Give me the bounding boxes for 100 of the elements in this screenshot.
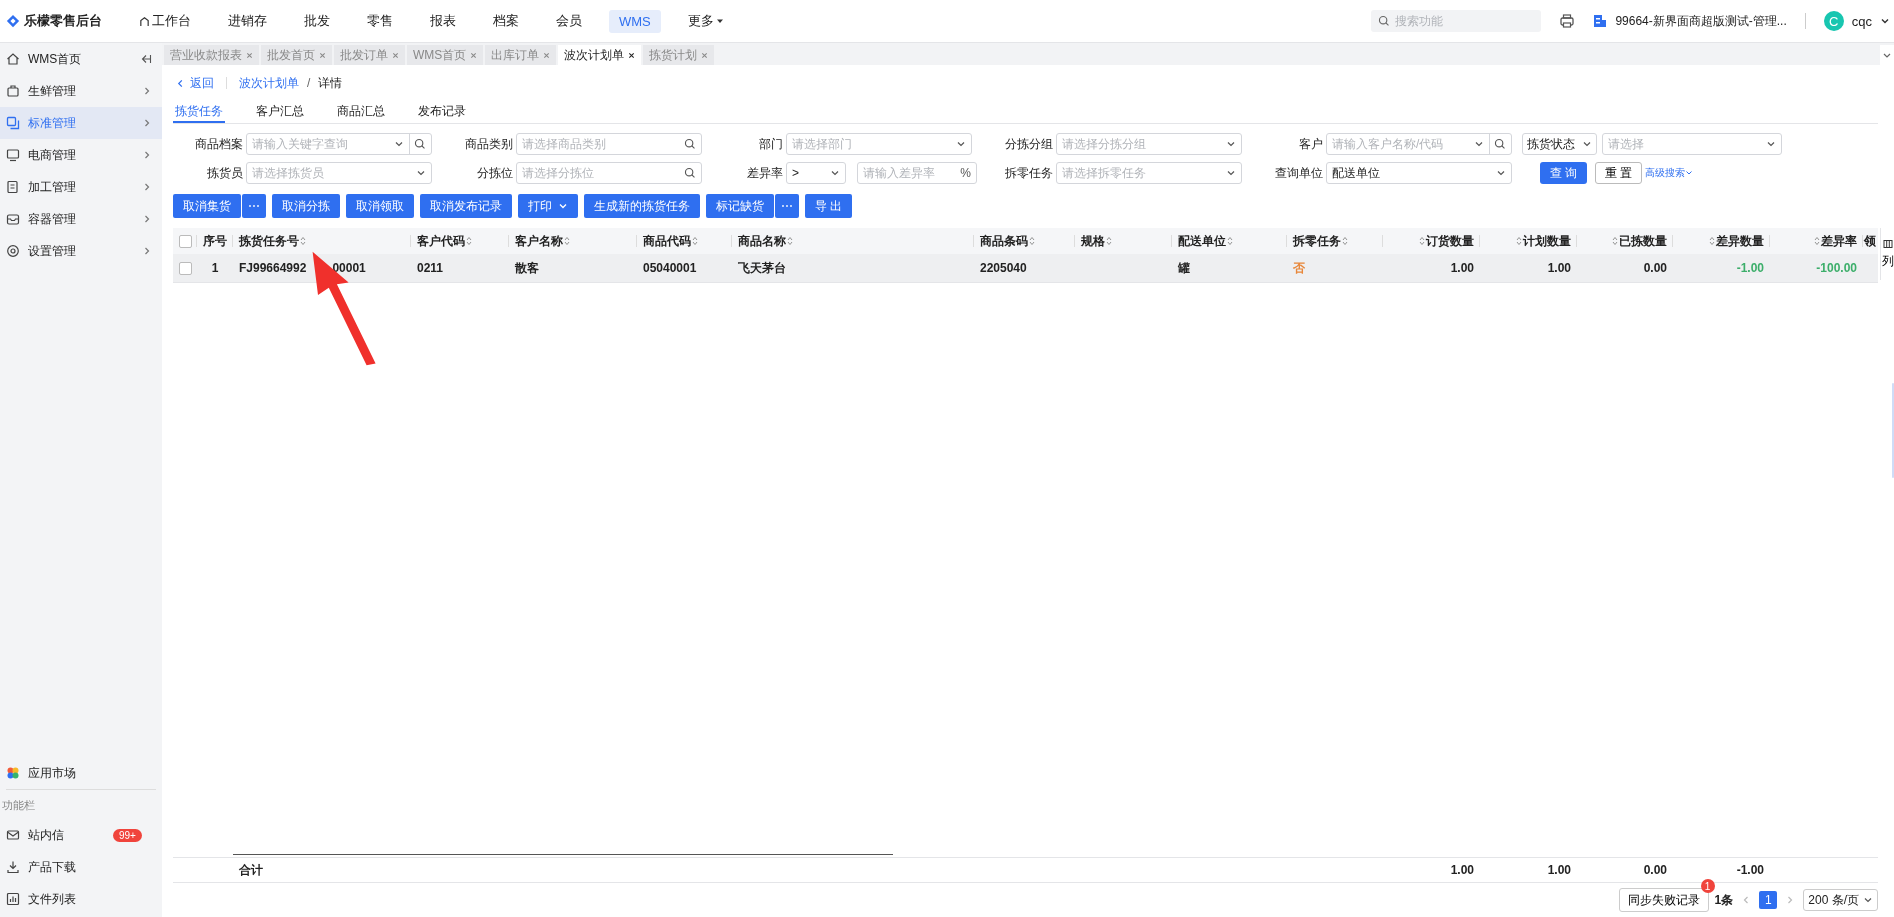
select-field[interactable]: 请选择分拣分组	[1056, 133, 1242, 155]
column-header[interactable]: 商品名称	[738, 232, 793, 250]
sub-tab[interactable]: 发布记录	[416, 101, 468, 123]
nav-item[interactable]: 档案	[483, 8, 529, 34]
sort-icon[interactable]	[1814, 236, 1820, 246]
sort-icon[interactable]	[1342, 236, 1348, 246]
sidebar-tool[interactable]: 文件列表	[0, 883, 162, 915]
nav-item[interactable]: 进销存	[218, 8, 277, 34]
sort-icon[interactable]	[564, 236, 570, 246]
column-header[interactable]: 规格	[1081, 232, 1112, 250]
reset-button[interactable]: 重 置	[1595, 162, 1642, 184]
sidebar-item[interactable]: 容器管理	[0, 203, 162, 235]
search-field[interactable]: 请选择分拣位	[516, 162, 702, 184]
action-button[interactable]: 取消领取	[346, 194, 414, 218]
column-header[interactable]: 客户名称	[515, 232, 570, 250]
collapse-icon[interactable]	[140, 53, 152, 65]
nav-item[interactable]: WMS	[609, 9, 661, 33]
action-button[interactable]: 取消集货	[173, 194, 241, 218]
select-field[interactable]: 请选择拣货员	[246, 162, 432, 184]
sidebar-item[interactable]: 标准管理	[0, 107, 162, 139]
close-icon[interactable]	[628, 51, 636, 59]
column-header[interactable]: 差异数量	[1709, 232, 1764, 250]
column-header[interactable]: 领	[1864, 232, 1876, 250]
sort-icon[interactable]	[1516, 236, 1522, 246]
nav-item[interactable]: 零售	[357, 8, 403, 34]
column-header[interactable]: 配送单位	[1178, 232, 1233, 250]
column-header[interactable]: 拆零任务	[1293, 232, 1348, 250]
select-field[interactable]: 请选择部门	[786, 133, 972, 155]
column-header[interactable]: 商品代码	[643, 232, 698, 250]
nav-item[interactable]: 会员	[546, 8, 592, 34]
sub-tab[interactable]: 客户汇总	[254, 101, 306, 123]
sort-icon[interactable]	[1419, 236, 1425, 246]
sidebar-tool[interactable]: 站内信 99+	[0, 819, 162, 851]
sub-tab[interactable]: 商品汇总	[335, 101, 387, 123]
back-link[interactable]: 返回	[177, 74, 214, 92]
select-field[interactable]: 请输入客户名称/代码	[1326, 133, 1512, 155]
sort-icon[interactable]	[1612, 236, 1618, 246]
row-checkbox[interactable]	[178, 261, 192, 275]
select-field[interactable]: 请选择拆零任务	[1056, 162, 1242, 184]
sidebar-item[interactable]: 加工管理	[0, 171, 162, 203]
sidebar-item[interactable]: 生鲜管理	[0, 75, 162, 107]
action-button[interactable]: 打印	[518, 194, 578, 218]
select-all-checkbox[interactable]	[178, 234, 192, 248]
action-button[interactable]: 取消发布记录	[420, 194, 512, 218]
action-button[interactable]: 取消分拣	[272, 194, 340, 218]
column-header[interactable]: 序号	[203, 232, 227, 250]
page-size-select[interactable]: 200 条/页	[1803, 889, 1878, 911]
page-tab[interactable]: 波次计划单	[558, 45, 642, 65]
nav-item[interactable]: 工作台	[129, 8, 201, 34]
more-button[interactable]: ⋯	[242, 194, 266, 218]
scrollbar-thumb[interactable]	[1892, 383, 1894, 478]
sort-icon[interactable]	[1709, 236, 1715, 246]
page-button[interactable]: 1	[1759, 891, 1778, 909]
sidebar-item[interactable]: 设置管理	[0, 235, 162, 267]
search-icon[interactable]	[1494, 138, 1506, 150]
sort-icon[interactable]	[466, 236, 472, 246]
sidebar-item[interactable]: 电商管理	[0, 139, 162, 171]
action-button[interactable]: 生成新的拣货任务	[584, 194, 700, 218]
select-field[interactable]: 配送单位	[1326, 162, 1512, 184]
nav-item[interactable]: 更多	[677, 8, 734, 34]
column-header[interactable]: 已拣数量	[1612, 232, 1667, 250]
sort-icon[interactable]	[1029, 236, 1035, 246]
search-field[interactable]: 搜索功能	[1371, 10, 1542, 32]
column-header[interactable]: 商品条码	[980, 232, 1035, 250]
tabs-menu-icon[interactable]	[1880, 45, 1894, 65]
search-icon[interactable]	[684, 167, 696, 179]
chevron-down-icon[interactable]	[1880, 16, 1890, 26]
sort-icon[interactable]	[692, 236, 698, 246]
nav-item[interactable]: 报表	[420, 8, 466, 34]
column-header[interactable]: 订货数量	[1419, 232, 1474, 250]
app-market-link[interactable]: 应用市场	[0, 757, 162, 789]
column-header[interactable]: 拣货任务号	[239, 232, 306, 250]
search-icon[interactable]	[684, 138, 696, 150]
column-header[interactable]: 差异率	[1814, 232, 1857, 250]
operator-select[interactable]: >	[786, 162, 846, 184]
more-button[interactable]: ⋯	[775, 194, 799, 218]
sub-tab[interactable]: 拣货任务	[173, 101, 225, 123]
nav-item[interactable]: 批发	[294, 8, 340, 34]
select-field[interactable]: 请选择	[1602, 133, 1782, 155]
action-button[interactable]: 导 出	[805, 194, 853, 218]
store-name[interactable]: 99664-新界面商超版测试-管理...	[1615, 12, 1787, 30]
search-icon[interactable]	[414, 138, 426, 150]
column-header[interactable]: 计划数量	[1516, 232, 1571, 250]
advanced-search-link[interactable]: 高级搜索	[1645, 166, 1693, 180]
status-select[interactable]: 拣货状态	[1522, 133, 1597, 155]
sidebar-tool[interactable]: 产品下载	[0, 851, 162, 883]
column-settings-button[interactable]: 列	[1880, 228, 1894, 280]
sort-icon[interactable]	[1227, 236, 1233, 246]
column-header[interactable]: 客户代码	[417, 232, 472, 250]
sort-icon[interactable]	[1106, 236, 1112, 246]
sort-icon[interactable]	[787, 236, 793, 246]
print-icon[interactable]	[1559, 13, 1576, 29]
scrollbar-thumb[interactable]	[233, 854, 893, 855]
sort-icon[interactable]	[300, 236, 306, 246]
sidebar-item[interactable]: WMS首页	[0, 43, 162, 75]
query-button[interactable]: 查 询	[1540, 162, 1587, 184]
select-field[interactable]: 请输入关键字查询	[246, 133, 432, 155]
search-field[interactable]: 请选择商品类别	[516, 133, 702, 155]
action-button[interactable]: 标记缺货	[706, 194, 774, 218]
breadcrumb-link[interactable]: 波次计划单	[239, 74, 299, 92]
